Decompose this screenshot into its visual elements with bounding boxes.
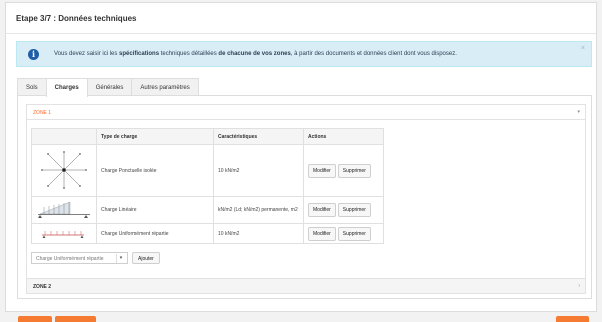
zone-2-label: ZONE 2 <box>33 284 52 290</box>
zone-1-header[interactable]: ZONE 1 ▾ <box>26 104 586 120</box>
charge-type-select-value: Charge Uniformément répartie <box>36 256 104 262</box>
tab-generales[interactable]: Générales <box>86 78 133 96</box>
row-caracteristiques: 10 kN/m2 <box>213 223 304 244</box>
step-panel: Etape 3/7 : Données techniques i Vous de… <box>5 2 597 312</box>
table-row: Charge Uniformément répartie 10 kN/m2 Mo… <box>31 223 384 244</box>
row-caracteristiques: 10 kN/m2 <box>213 144 304 197</box>
zone-1-content: Type de charge Caractéristiques Actions <box>26 120 586 278</box>
chevron-down-icon: ▾ <box>577 109 580 115</box>
chevron-down-icon: ▾ <box>116 254 125 263</box>
footer-button-next[interactable] <box>556 316 589 322</box>
footer-button-secondary[interactable] <box>55 316 96 322</box>
header-actions: Actions <box>303 128 384 145</box>
zone-2-header[interactable]: ZONE 2 › <box>26 278 586 294</box>
charges-table: Type de charge Caractéristiques Actions <box>31 128 384 244</box>
row-type: Charge Linéaire <box>96 196 214 224</box>
row-type: Charge Ponctuelle isolée <box>96 144 214 197</box>
edit-button[interactable]: Modifier <box>308 203 336 217</box>
page-title: Etape 3/7 : Données techniques <box>6 3 596 34</box>
zone-1-label: ZONE 1 <box>33 110 52 116</box>
row-actions: Modifier Supprimer <box>303 196 384 224</box>
header-type: Type de charge <box>96 128 214 145</box>
alert-message: Vous devez saisir ici les spécifications… <box>54 51 457 57</box>
footer-button-previous[interactable] <box>18 316 52 322</box>
edit-button[interactable]: Modifier <box>308 163 336 178</box>
table-header-row: Type de charge Caractéristiques Actions <box>31 128 384 145</box>
close-icon[interactable]: × <box>581 45 585 52</box>
uniform-load-diagram <box>31 223 97 244</box>
edit-button[interactable]: Modifier <box>308 226 336 241</box>
table-row: Charge Linéaire kN/m2 (Ld; kN/m2) perman… <box>31 196 384 224</box>
row-caracteristiques: kN/m2 (Ld; kN/m2) permanente, m2 <box>213 196 304 224</box>
delete-button[interactable]: Supprimer <box>337 203 371 217</box>
row-actions: Modifier Supprimer <box>303 144 384 197</box>
tab-sols[interactable]: Sols <box>17 78 47 96</box>
row-actions: Modifier Supprimer <box>303 223 384 244</box>
chevron-right-icon: › <box>578 283 580 289</box>
point-load-diagram <box>31 144 97 197</box>
delete-button[interactable]: Supprimer <box>337 226 371 241</box>
table-row: Charge Ponctuelle isolée 10 kN/m2 Modifi… <box>31 144 384 197</box>
info-icon: i <box>28 49 39 60</box>
tab-bar: Sols Charges Générales Autres paramètres <box>17 78 199 97</box>
charge-type-select[interactable]: Charge Uniformément répartie ▾ <box>31 252 128 264</box>
header-image <box>31 128 97 145</box>
header-caracteristiques: Caractéristiques <box>213 128 304 145</box>
delete-button[interactable]: Supprimer <box>337 163 371 178</box>
tab-autres-parametres[interactable]: Autres paramètres <box>131 78 199 96</box>
row-type: Charge Uniformément répartie <box>96 223 214 244</box>
info-alert: i Vous devez saisir ici les spécificatio… <box>16 41 592 67</box>
linear-load-diagram <box>31 196 97 224</box>
add-button[interactable]: Ajouter <box>132 252 160 264</box>
tab-charges[interactable]: Charges <box>45 78 88 97</box>
tab-content: ZONE 1 ▾ Type de charge Caractéristiques… <box>17 95 592 299</box>
